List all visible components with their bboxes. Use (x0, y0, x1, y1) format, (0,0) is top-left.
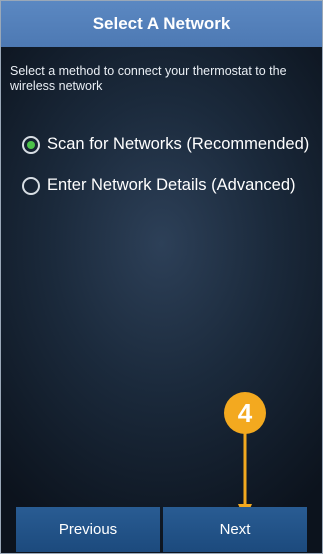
option-enter-network-details[interactable]: Enter Network Details (Advanced) (22, 176, 296, 195)
option-scan-networks-label: Scan for Networks (Recommended) (47, 135, 310, 153)
next-button-label: Next (219, 521, 251, 538)
option-enter-network-details-label: Enter Network Details (Advanced) (47, 176, 296, 194)
previous-button-label: Previous (58, 521, 118, 538)
step-number: 4 (237, 397, 253, 428)
radio-selected-icon[interactable] (22, 135, 40, 154)
screen: Select A Network Select a method to conn… (0, 0, 323, 554)
instruction-text: Select a method to connect your thermost… (10, 64, 287, 93)
step-number-badge: 4 (224, 392, 266, 434)
previous-button[interactable]: Previous (16, 507, 160, 552)
bottom-navigation: Previous Next (16, 507, 307, 552)
page-header: Select A Network (1, 1, 322, 47)
page-title: Select A Network (92, 14, 231, 33)
radio-unselected-icon[interactable] (22, 176, 40, 195)
option-scan-networks[interactable]: Scan for Networks (Recommended) (22, 135, 309, 154)
next-button[interactable]: Next (163, 507, 307, 552)
